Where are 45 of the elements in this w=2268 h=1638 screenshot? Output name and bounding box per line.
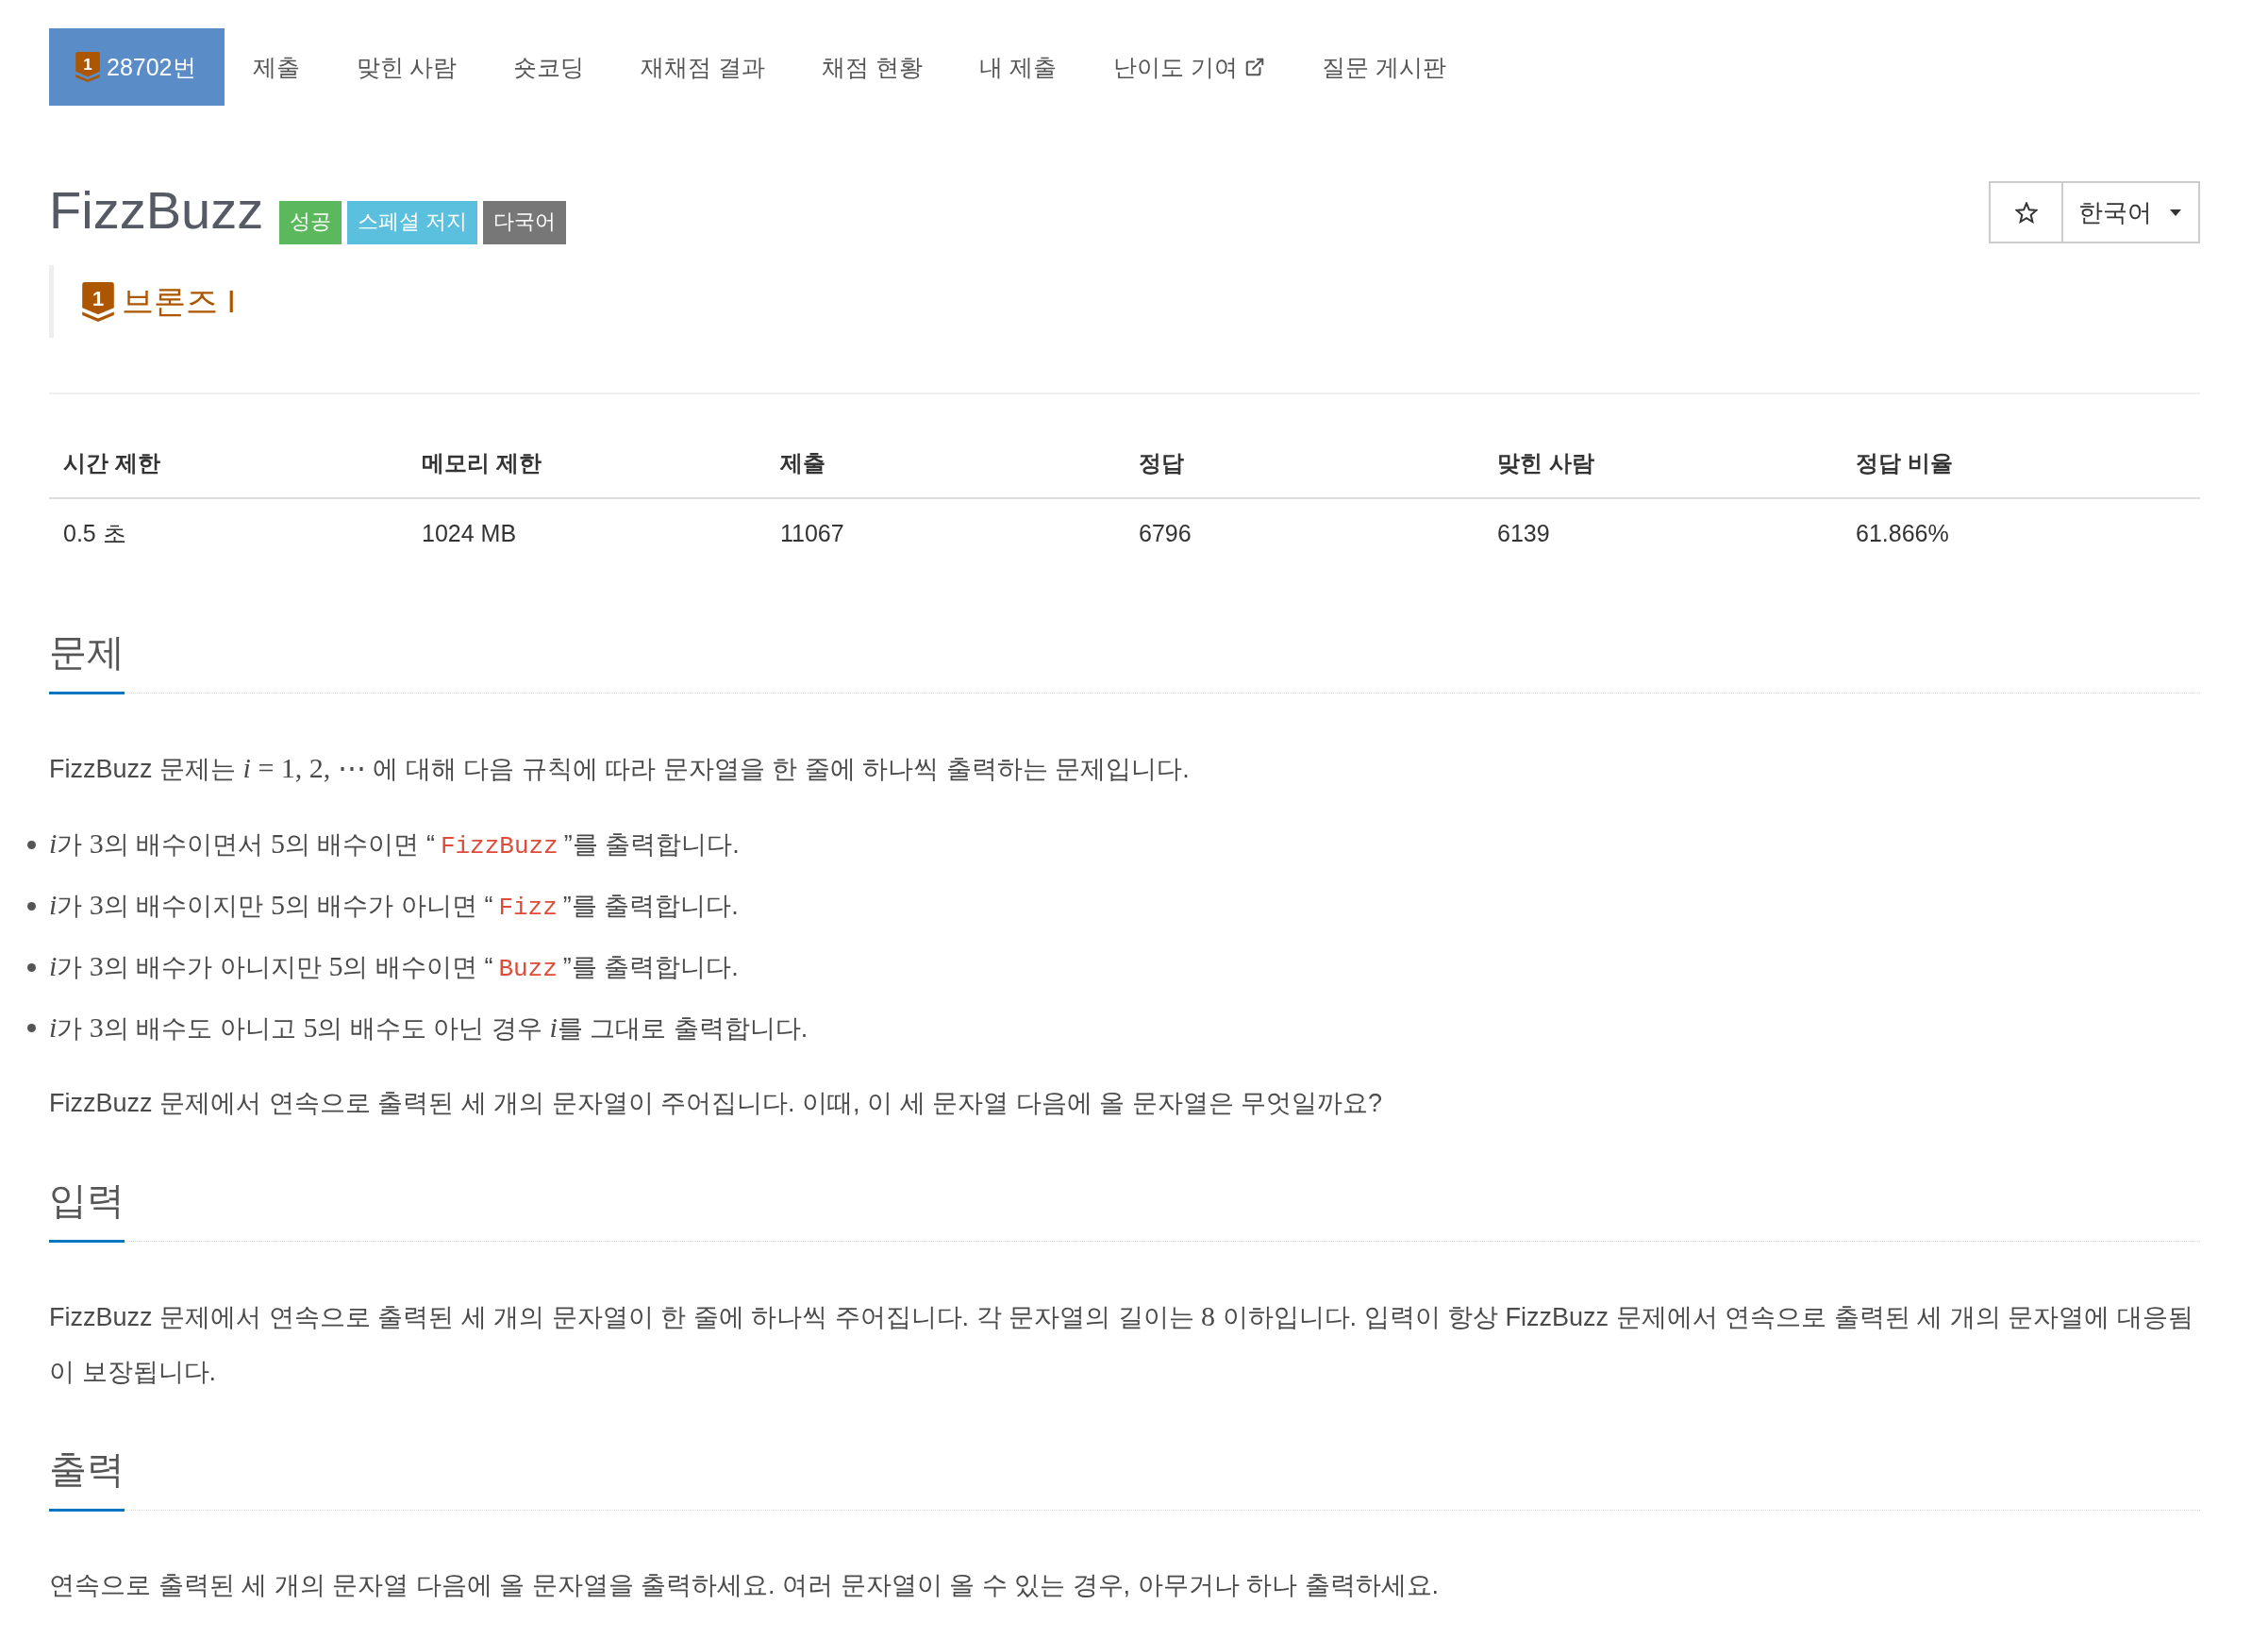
- nav-tab[interactable]: 1 28702번: [49, 28, 225, 106]
- bullet-icon: [27, 963, 36, 972]
- bullet-icon: [27, 902, 36, 911]
- list-item: i가 3의 배수가 아니지만 5의 배수이면 “ Buzz ”를 출력합니다.: [49, 949, 739, 985]
- nav-tab[interactable]: 숏코딩: [485, 28, 613, 106]
- list-item: i가 3의 배수이면서 5의 배수이면 “ FizzBuzz ”를 출력합니다.: [49, 827, 740, 862]
- paragraph: 연속으로 출력된 세 개의 문자열 다음에 올 문자열을 출력하세요. 여러 문자열이 올 수 있는 경우, 아무거나 하나 출력하세요.: [49, 1570, 1441, 1601]
- paragraph: FizzBuzz 문제에서 연속으로 출력된 세 개의 문자열이 한 줄에 하나씩 주어집니다. 각 문자열의 길이는 8 이하입니다. 입력이 항상 FizzBuzz 문제에서 연속으로 출력된 세 개의 문자열에 대응됨이 보장됩니다.: [49, 1299, 2194, 1388]
- table-cell: 11067: [766, 498, 1125, 567]
- nav-tab[interactable]: 재채점 결과: [612, 28, 794, 106]
- problem-title: FizzBuzz: [49, 181, 264, 240]
- paragraph: FizzBuzz 문제에서 연속으로 출력된 세 개의 문자열이 주어집니다. 이때, 이 세 문자열 다음에 올 문자열은 무엇일까요?: [49, 1088, 1384, 1119]
- paragraph: FizzBuzz 문제는 i = 1, 2, ⋯ 에 대해 다음 규칙에 따라 문자열을 한 줄에 하나씩 출력하는 문제입니다.: [49, 751, 1191, 785]
- column-header: 시간 제한: [49, 429, 408, 498]
- nav-tab[interactable]: 맞힌 사람: [327, 28, 486, 106]
- section-heading: 출력: [49, 1446, 125, 1512]
- column-header: 정답: [1125, 429, 1483, 498]
- tier-name: 브론즈 I: [122, 281, 236, 321]
- section-heading: 입력: [49, 1178, 125, 1243]
- list-item: i가 3의 배수이지만 5의 배수가 아니면 “ Fizz ”를 출력합니다.: [49, 888, 739, 924]
- bullet-icon: [27, 841, 36, 849]
- column-header: 제출: [766, 429, 1125, 498]
- problem-tag: 다국어: [483, 201, 567, 244]
- list-item: i가 3의 배수도 아니고 5의 배수도 아닌 경우 i를 그대로 출력합니다.: [49, 1011, 809, 1045]
- nav-tab[interactable]: 난이도 기여: [1085, 28, 1294, 106]
- table-cell: 61.866%: [1842, 498, 2200, 567]
- table-cell: 0.5 초: [49, 498, 408, 567]
- problem-tag: 스페셜 저지: [347, 201, 478, 244]
- problem-tag: 성공: [279, 201, 342, 244]
- column-header: 맞힌 사람: [1483, 429, 1842, 498]
- caret-icon: [2170, 209, 2181, 216]
- nav-tab[interactable]: 질문 게시판: [1293, 28, 1476, 106]
- external-link-icon: [1244, 57, 1266, 77]
- table-cell: 6139: [1483, 498, 1842, 567]
- column-header: 메모리 제한: [408, 429, 766, 498]
- favorite-button[interactable]: [1989, 181, 2063, 243]
- language-dropdown[interactable]: 한국어: [2063, 181, 2200, 243]
- table-cell: 1024 MB: [408, 498, 766, 567]
- bullet-icon: [27, 1024, 36, 1032]
- nav-tab[interactable]: 제출: [224, 28, 328, 106]
- nav-tab[interactable]: 채점 현황: [793, 28, 952, 106]
- column-header: 정답 비율: [1842, 429, 2200, 498]
- section-heading: 문제: [49, 629, 125, 694]
- table-cell: 6796: [1125, 498, 1483, 567]
- nav-tab[interactable]: 내 제출: [951, 28, 1086, 106]
